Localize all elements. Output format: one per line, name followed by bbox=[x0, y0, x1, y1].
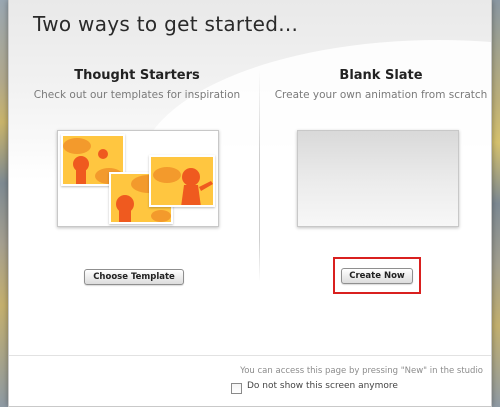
column-divider bbox=[259, 70, 260, 282]
template-preview[interactable] bbox=[57, 130, 219, 227]
dialog-title: Two ways to get started... bbox=[33, 12, 299, 36]
do-not-show-label[interactable]: Do not show this screen anymore bbox=[247, 381, 398, 391]
character-illustration bbox=[153, 167, 213, 205]
template-tile bbox=[149, 155, 215, 207]
blank-preview[interactable] bbox=[297, 130, 459, 227]
get-started-dialog: Two ways to get started... Thought Start… bbox=[8, 0, 492, 407]
footer-divider bbox=[9, 355, 491, 356]
template-subtitle: Check out our templates for inspiration bbox=[33, 89, 241, 101]
footer-note: You can access this page by pressing "Ne… bbox=[240, 366, 483, 376]
blank-subtitle: Create your own animation from scratch bbox=[274, 89, 488, 101]
create-now-button[interactable]: Create Now bbox=[341, 268, 413, 284]
blank-heading: Blank Slate bbox=[339, 68, 423, 83]
choose-template-button[interactable]: Choose Template bbox=[84, 269, 184, 285]
do-not-show-checkbox[interactable] bbox=[231, 383, 242, 394]
template-heading: Thought Starters bbox=[74, 68, 200, 83]
